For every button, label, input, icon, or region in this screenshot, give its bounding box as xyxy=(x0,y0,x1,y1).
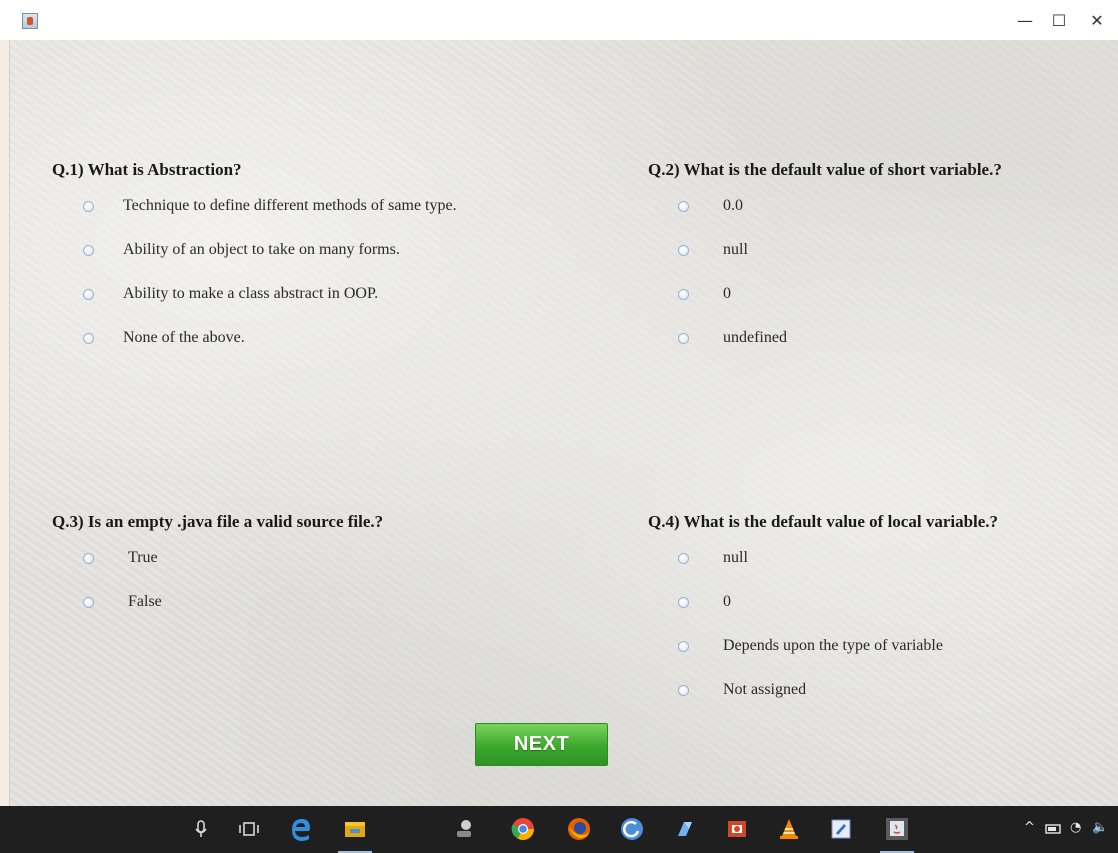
radio-button[interactable] xyxy=(83,553,94,564)
option-label: 0 xyxy=(723,285,731,302)
maximize-button[interactable]: ☐ xyxy=(1044,6,1074,36)
radio-button[interactable] xyxy=(678,201,689,212)
radio-button[interactable] xyxy=(678,245,689,256)
radio-button[interactable] xyxy=(83,245,94,256)
app-icon[interactable] xyxy=(672,816,698,842)
question-2: Q.2) What is the default value of short … xyxy=(648,160,1002,346)
radio-button[interactable] xyxy=(678,553,689,564)
radio-button[interactable] xyxy=(83,597,94,608)
question-title: Q.3) Is an empty .java file a valid sour… xyxy=(52,512,384,531)
java-app-icon xyxy=(22,13,38,29)
option-label: False xyxy=(128,593,162,610)
editor-icon[interactable] xyxy=(828,816,854,842)
window-left-edge xyxy=(0,0,10,806)
vlc-icon[interactable] xyxy=(776,816,802,842)
java-icon[interactable] xyxy=(884,816,910,842)
radio-button[interactable] xyxy=(83,333,94,344)
battery-icon[interactable] xyxy=(1044,819,1064,839)
question-3: Q.3) Is an empty .java file a valid sour… xyxy=(52,512,384,610)
network-icon[interactable] xyxy=(452,816,478,842)
option-label: True xyxy=(128,549,158,566)
question-title: Q.4) What is the default value of local … xyxy=(648,512,999,531)
radio-button[interactable] xyxy=(678,289,689,300)
volume-icon[interactable]: 🔈 xyxy=(1092,820,1108,835)
chrome-icon[interactable] xyxy=(510,816,536,842)
next-button[interactable]: NEXT xyxy=(475,723,608,766)
question-4: Q.4) What is the default value of local … xyxy=(648,512,999,698)
edge-icon[interactable] xyxy=(288,816,314,842)
powerpoint-icon[interactable] xyxy=(724,816,750,842)
minimize-button[interactable]: — xyxy=(1010,6,1040,36)
microphone-icon[interactable] xyxy=(188,816,214,842)
radio-button[interactable] xyxy=(678,685,689,696)
question-title: Q.2) What is the default value of short … xyxy=(648,160,1002,179)
radio-button[interactable] xyxy=(678,641,689,652)
option-label: Ability to make a class abstract in OOP. xyxy=(123,285,379,302)
radio-button[interactable] xyxy=(83,289,94,300)
title-bar: — ☐ ✕ xyxy=(0,0,1118,40)
radio-button[interactable] xyxy=(678,597,689,608)
option-label: null xyxy=(723,241,748,258)
option-label: Not assigned xyxy=(723,681,807,698)
option-label: null xyxy=(723,549,748,566)
option-label: 0.0 xyxy=(723,197,743,214)
firefox-icon[interactable] xyxy=(566,816,592,842)
radio-button[interactable] xyxy=(678,333,689,344)
quiz-window: — ☐ ✕ Q.1) What is Abstraction? Techniqu… xyxy=(0,0,1118,806)
close-button[interactable]: ✕ xyxy=(1082,6,1112,36)
chevron-up-icon[interactable]: ^ xyxy=(1024,820,1035,835)
taskbar: ^ ◔ 🔈 xyxy=(0,806,1118,853)
radio-button[interactable] xyxy=(83,201,94,212)
question-1: Q.1) What is Abstraction? Technique to d… xyxy=(52,160,457,346)
option-label: 0 xyxy=(723,593,731,610)
wifi-icon[interactable]: ◔ xyxy=(1070,820,1081,835)
option-label: None of the above. xyxy=(123,329,245,346)
option-label: Technique to define different methods of… xyxy=(123,197,457,214)
file-explorer-icon[interactable] xyxy=(342,816,368,842)
option-label: Depends upon the type of variable xyxy=(723,637,943,654)
option-label: undefined xyxy=(723,329,787,346)
task-view-icon[interactable] xyxy=(236,816,262,842)
option-label: Ability of an object to take on many for… xyxy=(123,241,400,258)
browser-icon[interactable] xyxy=(619,816,645,842)
question-title: Q.1) What is Abstraction? xyxy=(52,160,242,179)
